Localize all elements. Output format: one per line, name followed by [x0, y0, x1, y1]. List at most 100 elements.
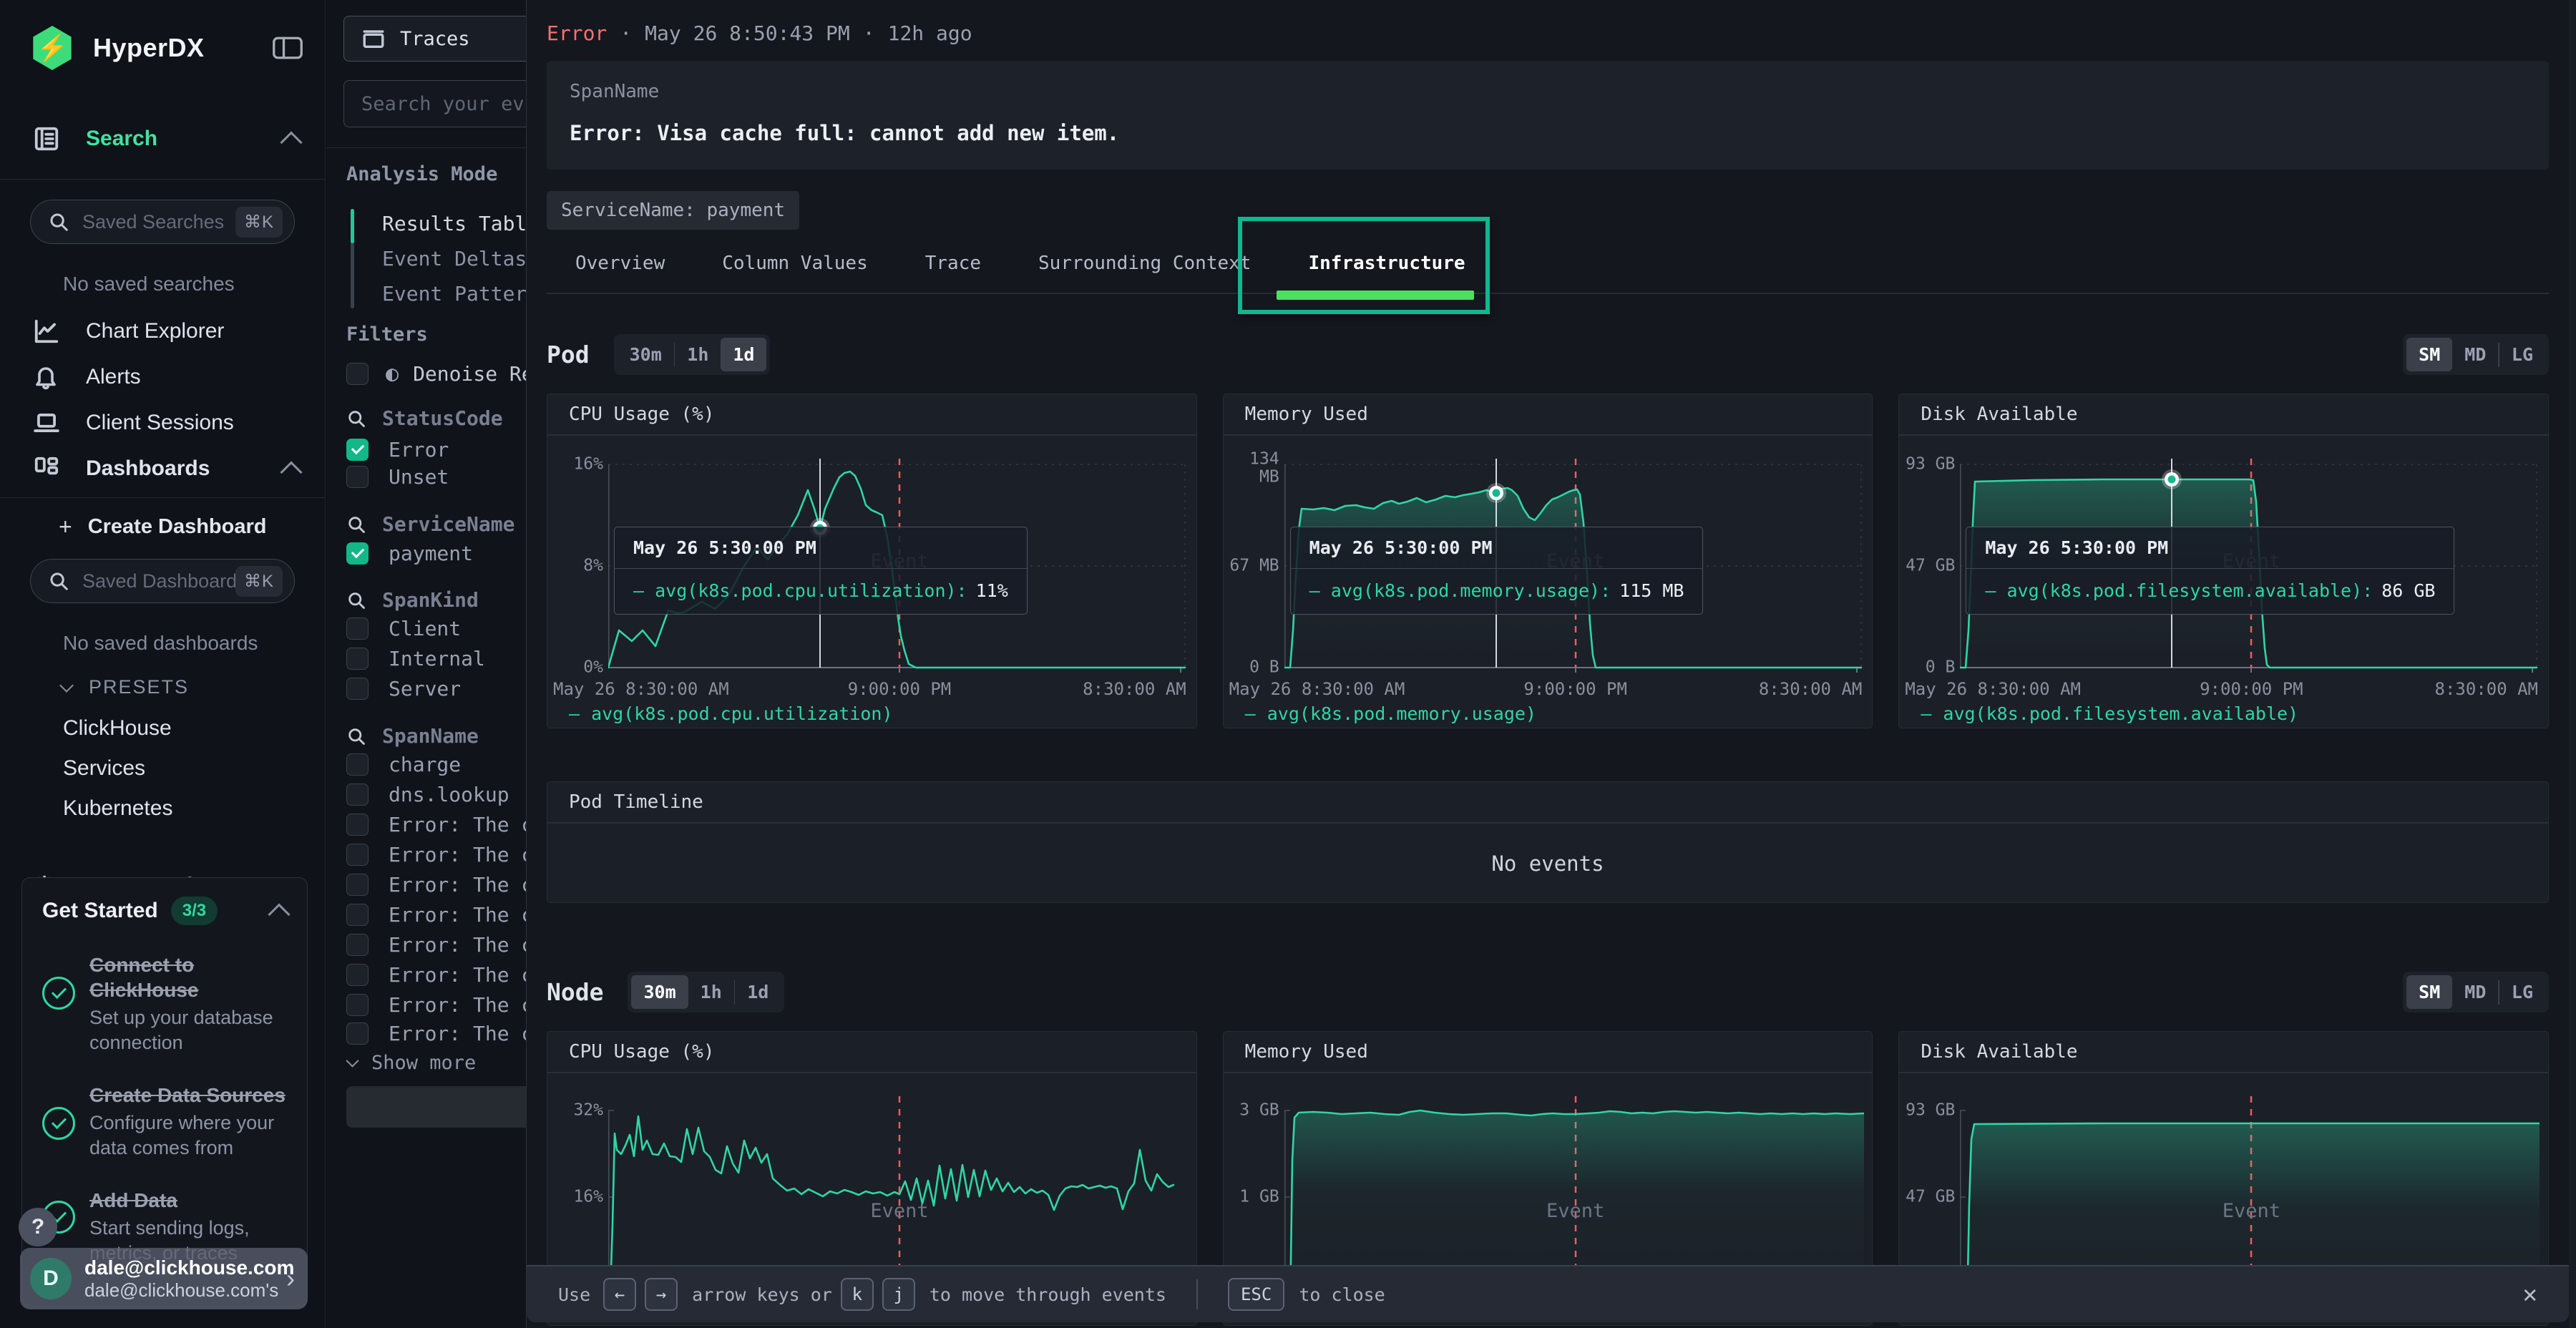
checkbox-icon[interactable] — [346, 814, 369, 836]
chart-legend[interactable]: —avg(k8s.pod.filesystem.available) — [1921, 703, 2298, 724]
filter-option-charge[interactable]: charge — [346, 753, 461, 776]
filter-option-unset[interactable]: Unset — [346, 465, 449, 489]
tab-infrastructure[interactable]: Infrastructure — [1308, 253, 1465, 274]
preset-services[interactable]: Services — [63, 748, 325, 788]
search-icon[interactable] — [346, 514, 366, 534]
sidebar-item-alerts[interactable]: Alerts — [0, 354, 325, 400]
denoise-toggle[interactable]: ◐ Denoise Re — [346, 361, 534, 386]
node-range-1h[interactable]: 1h — [688, 975, 734, 1009]
help-button[interactable]: ? — [19, 1208, 57, 1246]
presets-toggle[interactable]: PRESETS — [62, 676, 325, 698]
checkbox-icon[interactable] — [346, 874, 369, 896]
search-icon[interactable] — [346, 409, 366, 429]
checkbox-icon[interactable] — [346, 934, 369, 956]
checkbox-icon[interactable] — [346, 964, 369, 986]
arrow-right-key[interactable]: → — [645, 1278, 678, 1311]
checkbox-icon[interactable] — [346, 844, 369, 866]
mode-rail-active — [351, 209, 354, 243]
search-icon[interactable] — [346, 590, 366, 610]
chevron-up-icon[interactable] — [268, 903, 290, 925]
sidebar-item-client-sessions[interactable]: Client Sessions — [0, 400, 325, 446]
show-more-button[interactable]: Show more — [348, 1052, 476, 1074]
filter-option-error-span[interactable]: Error: The cr — [346, 993, 545, 1017]
sidebar-item-search[interactable]: Search — [0, 116, 325, 162]
pod-range-30m[interactable]: 30m — [618, 338, 674, 371]
chart-tooltip: May 26 5:30:00 PM — avg(k8s.pod.memory.u… — [1290, 527, 1704, 615]
scrollbar[interactable] — [2569, 0, 2576, 1328]
checkbox-icon[interactable] — [346, 783, 369, 806]
sidebar-item-chart-explorer[interactable]: Chart Explorer — [0, 308, 325, 354]
checkbox-icon[interactable] — [346, 678, 369, 700]
user-menu[interactable]: D dale@clickhouse.com dale@clickhouse.co… — [20, 1248, 308, 1309]
filter-option-error-span[interactable]: Error: The cr — [346, 903, 545, 927]
pod-size-sm[interactable]: SM — [2406, 338, 2452, 371]
pod-memory-plot[interactable]: Event May 26 5:30:00 PM — avg(k8s.pod.me… — [1284, 459, 1864, 673]
filter-option-error-span[interactable]: Error: The cr — [346, 963, 545, 987]
pod-size-md[interactable]: MD — [2452, 338, 2498, 371]
filter-option-error[interactable]: Error — [346, 438, 449, 462]
filter-option-payment[interactable]: payment — [346, 542, 473, 565]
saved-dashboards-field[interactable] — [82, 570, 235, 592]
legend-label: avg(k8s.pod.cpu.utilization) — [591, 703, 892, 724]
checkbox-icon[interactable] — [346, 904, 369, 926]
checkbox-icon[interactable] — [346, 1022, 369, 1045]
close-icon[interactable]: ✕ — [2523, 1280, 2537, 1309]
preset-kubernetes[interactable]: Kubernetes — [63, 788, 325, 829]
arrow-left-key[interactable]: ← — [603, 1278, 636, 1311]
checkbox-icon[interactable] — [346, 994, 369, 1016]
sidebar-collapse-icon[interactable] — [272, 34, 303, 62]
checkbox-icon[interactable] — [346, 466, 369, 488]
filter-option-error-span[interactable]: Error: The cr — [346, 813, 545, 836]
tab-trace[interactable]: Trace — [925, 253, 981, 274]
service-name-tag[interactable]: ServiceName: payment — [547, 191, 799, 230]
checkbox-icon[interactable] — [346, 363, 369, 385]
filter-option-server[interactable]: Server — [346, 677, 461, 700]
checkbox-icon[interactable] — [346, 617, 369, 640]
filter-option-internal[interactable]: Internal — [346, 647, 485, 670]
tab-column-values[interactable]: Column Values — [722, 253, 868, 274]
pod-size-lg[interactable]: LG — [2499, 338, 2545, 371]
saved-searches-input[interactable]: ⌘K — [30, 200, 295, 244]
saved-searches-field[interactable] — [82, 211, 235, 233]
tooltip-value: 11% — [976, 580, 1008, 601]
sidebar-item-dashboards[interactable]: Dashboards — [0, 446, 325, 492]
get-started-step[interactable]: Create Data Sources Configure where your… — [42, 1083, 287, 1161]
k-key[interactable]: k — [841, 1278, 874, 1311]
saved-dashboards-input[interactable]: ⌘K — [30, 559, 295, 603]
get-started-step[interactable]: Connect to ClickHouse Set up your databa… — [42, 952, 287, 1055]
span-name-card: SpanName Error: Visa cache full: cannot … — [547, 61, 2549, 170]
j-key[interactable]: j — [882, 1278, 915, 1311]
checkbox-icon[interactable] — [346, 753, 369, 776]
checkbox-icon[interactable] — [346, 648, 369, 670]
filter-option-error-span[interactable]: Error: The cr — [346, 933, 545, 957]
preset-clickhouse[interactable]: ClickHouse — [63, 708, 325, 748]
node-size-md[interactable]: MD — [2452, 975, 2498, 1009]
span-error-message: Error: Visa cache full: cannot add new i… — [570, 121, 2526, 145]
node-range-30m[interactable]: 30m — [631, 975, 688, 1009]
pod-range-1h[interactable]: 1h — [675, 338, 721, 371]
tab-overview[interactable]: Overview — [575, 253, 665, 274]
chevron-up-icon[interactable] — [280, 131, 302, 153]
node-range-1d[interactable]: 1d — [735, 975, 781, 1009]
y-tick: 93 GB — [1902, 455, 1955, 473]
chart-legend[interactable]: —avg(k8s.pod.memory.usage) — [1245, 703, 1536, 724]
node-size-sm[interactable]: SM — [2406, 975, 2452, 1009]
pod-disk-plot[interactable]: Event May 26 5:30:00 PM — avg(k8s.pod.fi… — [1960, 459, 2540, 673]
filter-option-error-span[interactable]: Error: The cr — [346, 873, 545, 897]
filter-option-client[interactable]: Client — [346, 617, 461, 640]
tab-surrounding-context[interactable]: Surrounding Context — [1038, 253, 1251, 274]
sidebar-item-label: Dashboards — [86, 456, 283, 481]
esc-key[interactable]: ESC — [1228, 1278, 1284, 1311]
create-dashboard-button[interactable]: + Create Dashboard — [59, 514, 325, 540]
filter-option-error-span[interactable]: Error: The cr — [346, 1022, 545, 1045]
checkbox-icon[interactable] — [346, 439, 369, 461]
chevron-up-icon[interactable] — [280, 461, 302, 483]
pod-range-1d[interactable]: 1d — [721, 338, 766, 371]
checkbox-icon[interactable] — [346, 542, 369, 565]
pod-cpu-plot[interactable]: Event May 26 5:30:00 PM — avg(k8s.pod.cp… — [608, 459, 1188, 673]
search-icon[interactable] — [346, 726, 366, 746]
chart-legend[interactable]: —avg(k8s.pod.cpu.utilization) — [569, 703, 893, 724]
filter-option-dns-lookup[interactable]: dns.lookup — [346, 783, 509, 806]
node-size-lg[interactable]: LG — [2499, 975, 2545, 1009]
filter-option-error-span[interactable]: Error: The cr — [346, 843, 545, 866]
